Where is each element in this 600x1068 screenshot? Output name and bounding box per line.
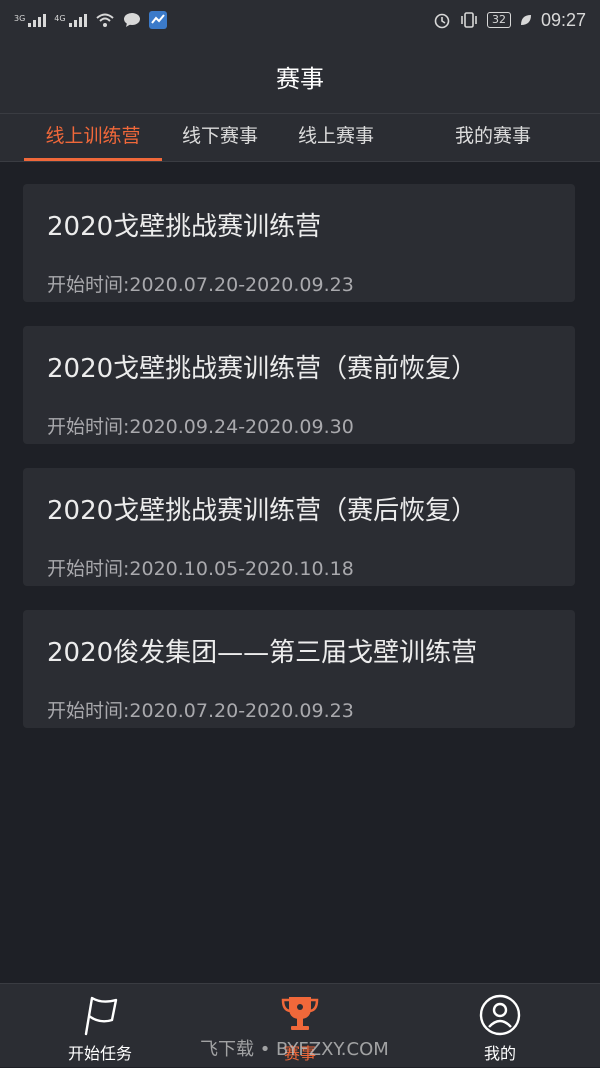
- event-date: 开始时间:2020.09.24-2020.09.30: [47, 416, 354, 438]
- network-type-1: 3G: [14, 13, 26, 23]
- tab-offline-events[interactable]: 线下赛事: [170, 114, 270, 161]
- status-time: 09:27: [540, 9, 586, 30]
- event-card[interactable]: 2020俊发集团——第三届戈壁训练营 开始时间:2020.07.20-2020.…: [23, 610, 575, 728]
- signal-icon-2: 4G: [54, 13, 87, 27]
- event-card[interactable]: 2020戈壁挑战赛训练营 开始时间:2020.07.20-2020.09.23: [23, 184, 575, 302]
- event-title: 2020戈壁挑战赛训练营（赛后恢复）: [47, 496, 478, 526]
- user-icon: [479, 994, 521, 1036]
- event-title: 2020戈壁挑战赛训练营（赛前恢复）: [47, 354, 478, 384]
- status-right: 32 09:27: [433, 10, 586, 31]
- tab-bar: 线上训练营 线下赛事 线上赛事 我的赛事: [0, 114, 600, 162]
- nav-label: 我的: [483, 1044, 516, 1063]
- battery-icon: 32: [486, 12, 511, 28]
- signal-icon: 3G: [14, 13, 47, 27]
- event-list: 2020戈壁挑战赛训练营 开始时间:2020.07.20-2020.09.23 …: [23, 184, 575, 752]
- message-icon: [123, 13, 140, 27]
- tab-online-events[interactable]: 线上赛事: [286, 114, 386, 161]
- event-title: 2020俊发集团——第三届戈壁训练营: [47, 638, 478, 668]
- nav-mine[interactable]: 我的: [430, 984, 570, 1068]
- tab-online-camp[interactable]: 线上训练营: [24, 114, 162, 161]
- status-left: 3G 4G: [14, 11, 167, 29]
- event-date: 开始时间:2020.07.20-2020.09.23: [47, 700, 354, 722]
- event-date: 开始时间:2020.07.20-2020.09.23: [47, 274, 354, 296]
- network-type-2: 4G: [54, 13, 66, 23]
- app-notification-icon: [148, 11, 167, 29]
- tab-my-events[interactable]: 我的赛事: [443, 114, 543, 161]
- vibrate-icon: [461, 12, 477, 28]
- nav-label: 开始任务: [67, 1044, 132, 1063]
- page-header: 赛事: [0, 40, 600, 114]
- event-card[interactable]: 2020戈壁挑战赛训练营（赛后恢复） 开始时间:2020.10.05-2020.…: [23, 468, 575, 586]
- nav-start-task[interactable]: 开始任务: [30, 984, 170, 1068]
- watermark: 飞下载 • BYFZXY.COM: [200, 1039, 389, 1060]
- alarm-icon: [434, 13, 450, 29]
- event-date: 开始时间:2020.10.05-2020.10.18: [47, 558, 354, 580]
- trophy-icon: [281, 997, 319, 1030]
- flag-icon: [84, 996, 118, 1036]
- leaf-icon: [520, 15, 531, 25]
- wifi-icon: [95, 13, 114, 27]
- event-title: 2020戈壁挑战赛训练营: [47, 212, 322, 242]
- event-card[interactable]: 2020戈壁挑战赛训练营（赛前恢复） 开始时间:2020.09.24-2020.…: [23, 326, 575, 444]
- status-bar: 3G 4G 32 09:27: [0, 0, 600, 40]
- page-title: 赛事: [276, 65, 324, 93]
